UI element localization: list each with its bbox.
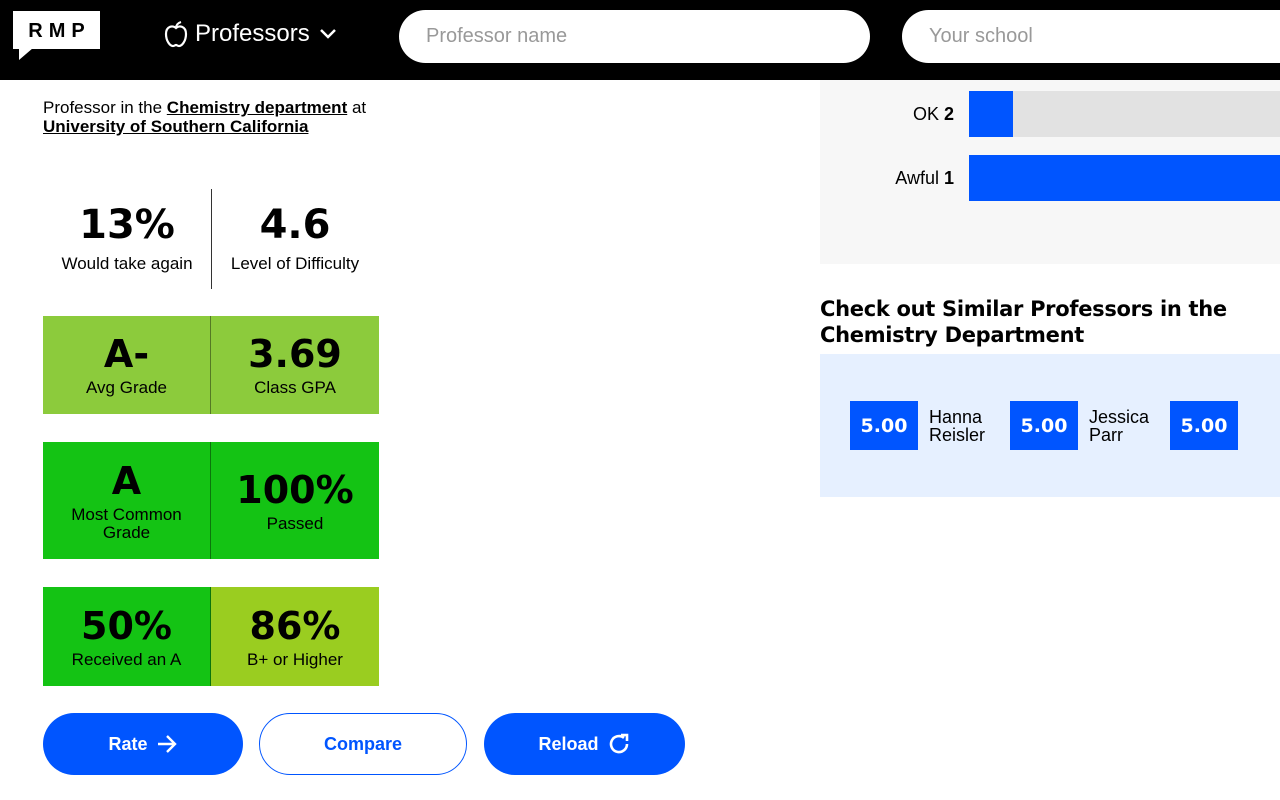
similar-professors-title: Check out Similar Professors in the Chem… xyxy=(820,297,1227,347)
class-gpa-box: 3.69 Class GPA xyxy=(211,316,379,414)
stat-value: 13% xyxy=(79,202,175,248)
box-label: Class GPA xyxy=(254,378,336,397)
professor-name-input[interactable] xyxy=(399,10,870,63)
rating-badge: 5.00 xyxy=(1170,401,1238,450)
distribution-row-ok: OK 2 xyxy=(820,91,1280,137)
arrow-right-icon xyxy=(157,735,177,753)
common-grade-box: A Most Common Grade xyxy=(43,442,211,559)
compare-label: Compare xyxy=(323,733,403,754)
compare-button[interactable]: Compare xyxy=(259,713,467,775)
distribution-row-awful: Awful 1 xyxy=(820,155,1280,201)
passed-box: 100% Passed xyxy=(211,442,379,559)
bar-fill xyxy=(969,155,1280,201)
similar-professor-card[interactable]: 5.00 Hanna Reisler xyxy=(850,401,999,450)
apple-icon xyxy=(164,21,188,48)
row-count: 2 xyxy=(943,104,954,124)
row-label: OK xyxy=(912,104,939,124)
box-value: 100% xyxy=(236,467,354,512)
box-label: B+ or Higher xyxy=(247,649,343,669)
box-value: 3.69 xyxy=(248,332,342,376)
subtitle-prefix: Professor in the xyxy=(43,98,163,117)
b-plus-box: 86% B+ or Higher xyxy=(211,587,379,686)
stat-value: 4.6 xyxy=(259,202,331,248)
bar-track xyxy=(969,91,1280,137)
box-value: 86% xyxy=(249,603,341,648)
department-link[interactable]: Chemistry department xyxy=(167,98,347,117)
reload-label: Reload xyxy=(538,733,599,754)
box-value: A- xyxy=(103,332,150,376)
would-take-again: 13% Would take again xyxy=(43,190,211,288)
difficulty: 4.6 Level of Difficulty xyxy=(211,190,379,288)
professors-dropdown[interactable]: Professors xyxy=(163,20,340,48)
rate-label: Rate xyxy=(108,733,148,754)
received-a-box: 50% Received an A xyxy=(43,587,211,686)
top-nav: RMP Professors xyxy=(0,0,1280,80)
professor-subtitle: Professor in the Chemistry department at… xyxy=(43,98,366,136)
row-count: 1 xyxy=(943,168,954,188)
subtitle-at: at xyxy=(351,98,367,117)
similar-professor-card[interactable]: 5.00 xyxy=(1170,401,1249,450)
stat-label: Level of Difficulty xyxy=(230,254,360,273)
professor-name: Jessica Parr xyxy=(1089,407,1150,445)
reload-button[interactable]: Reload xyxy=(484,713,685,775)
professors-label: Professors xyxy=(195,20,310,47)
rmp-logo[interactable]: RMP xyxy=(13,11,100,60)
box-label: Avg Grade xyxy=(86,378,167,397)
bar-track xyxy=(969,155,1280,201)
rating-badge: 5.00 xyxy=(1010,401,1078,450)
bar-fill xyxy=(969,91,1013,137)
professor-name: Hanna Reisler xyxy=(929,407,986,445)
row-label: Awful xyxy=(895,168,939,188)
avg-grade-box: A- Avg Grade xyxy=(43,316,211,414)
box-label: Passed xyxy=(266,513,324,533)
box-label: Most Common Grade xyxy=(71,504,182,542)
rate-button[interactable]: Rate xyxy=(43,713,243,775)
stat-label: Would take again xyxy=(61,254,193,273)
school-link[interactable]: University of Southern California xyxy=(43,117,308,136)
rating-distribution: OK 2 Awful 1 xyxy=(820,80,1280,264)
school-input[interactable] xyxy=(902,10,1280,63)
box-value: A xyxy=(111,458,142,503)
reload-icon xyxy=(609,733,628,754)
rating-badge: 5.00 xyxy=(850,401,918,450)
box-value: 50% xyxy=(81,603,172,648)
chevron-down-icon xyxy=(319,29,336,39)
box-label: Received an A xyxy=(71,649,182,669)
similar-professor-card[interactable]: 5.00 Jessica Parr xyxy=(1010,401,1159,450)
similar-professors-list: 5.00 Hanna Reisler 5.00 Jessica Parr 5.00 xyxy=(820,354,1280,497)
